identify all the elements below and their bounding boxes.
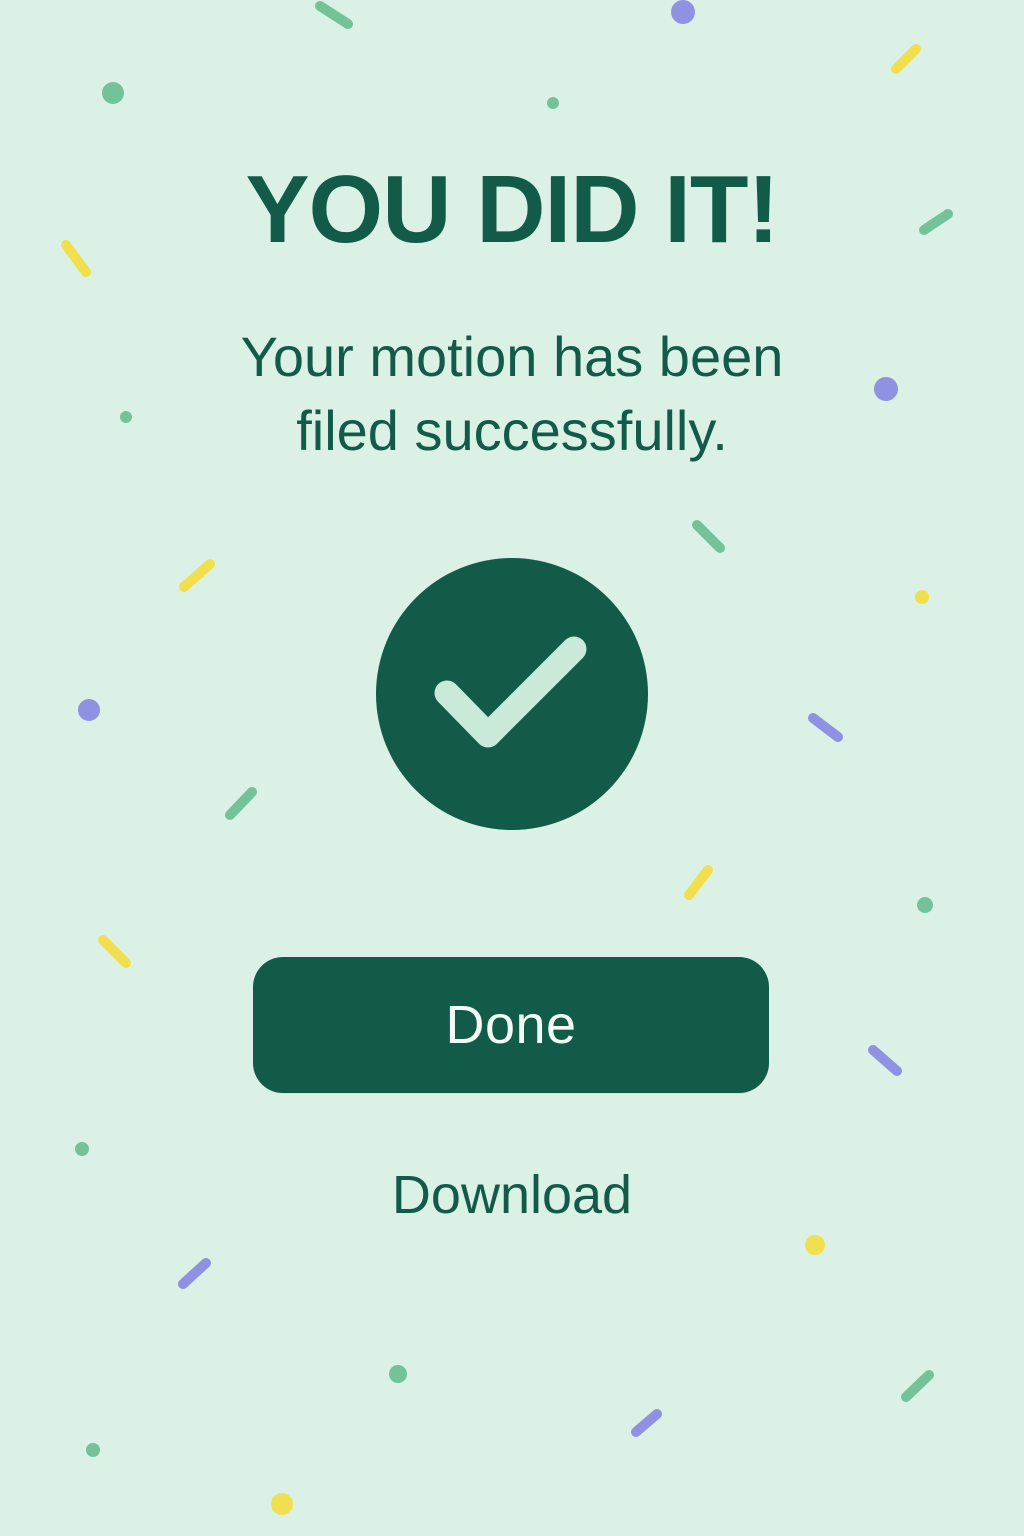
confetti-strip [225, 787, 257, 820]
confetti-strip [692, 520, 725, 553]
download-link[interactable]: Download [332, 1155, 692, 1235]
confetti-strip [178, 1258, 211, 1289]
confetti-dot [671, 0, 695, 24]
confetti-dot [547, 97, 559, 109]
confetti-dot [805, 1235, 825, 1255]
confetti-strip [684, 865, 713, 900]
confetti-dot [915, 590, 929, 604]
success-screen: YOU DID IT! Your motion has been filed s… [0, 0, 1024, 1536]
confetti-dot [75, 1142, 89, 1156]
confetti-dot [102, 82, 124, 104]
success-title: YOU DID IT! [245, 156, 780, 263]
confetti-strip [868, 1045, 902, 1076]
confetti-dot [874, 377, 898, 401]
confetti-strip [901, 1370, 934, 1402]
confetti-dot [389, 1365, 407, 1383]
confetti-strip [98, 935, 131, 968]
confetti-strip [179, 559, 215, 592]
confetti-dot [271, 1493, 293, 1515]
success-message: Your motion has been filed successfully. [240, 325, 784, 462]
confetti-strip [631, 1409, 662, 1437]
confetti-dot [86, 1443, 100, 1457]
success-status-badge [376, 558, 648, 830]
confetti-strip [315, 1, 353, 29]
confetti-strip [891, 44, 921, 74]
confetti-dot [78, 699, 100, 721]
done-button[interactable]: Done [253, 957, 769, 1093]
confetti-strip [808, 713, 843, 742]
confetti-dot [120, 411, 132, 423]
confetti-dot [917, 897, 933, 913]
